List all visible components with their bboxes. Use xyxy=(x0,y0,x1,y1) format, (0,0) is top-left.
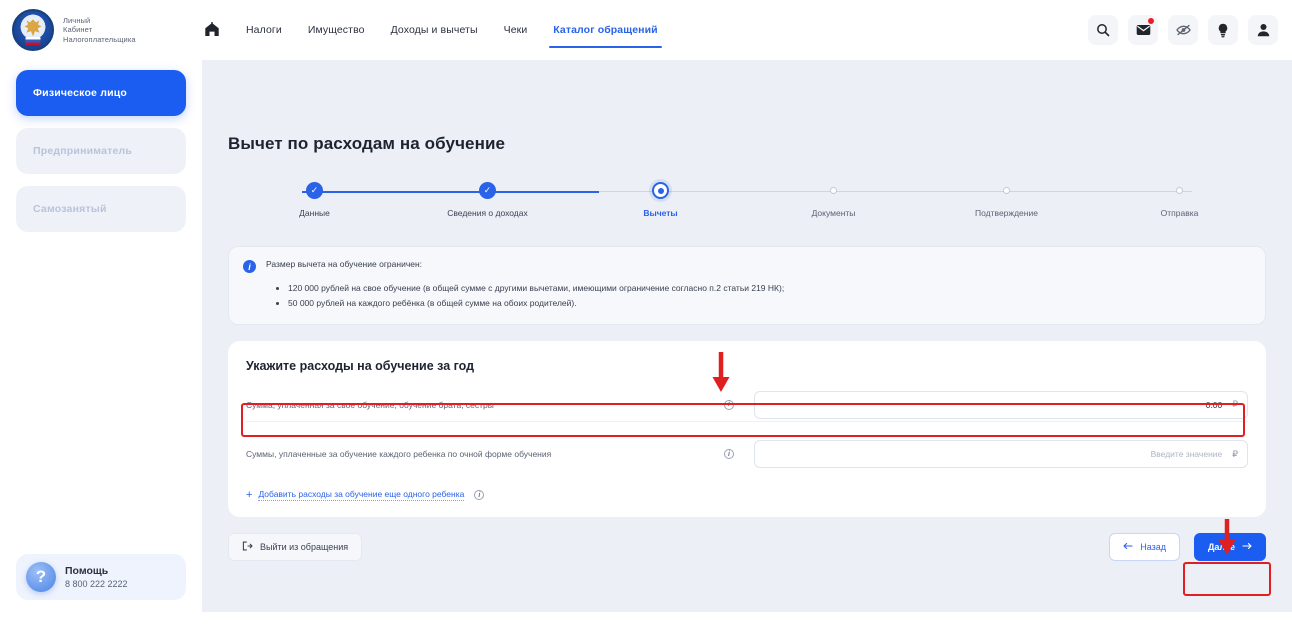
top-bar: Личный Кабинет Налогоплательщика Налоги … xyxy=(0,0,1292,60)
arrow-left-icon xyxy=(1123,542,1133,552)
app-root: Личный Кабинет Налогоплательщика Налоги … xyxy=(0,0,1292,626)
back-label: Назад xyxy=(1140,541,1166,552)
exit-appeal-label: Выйти из обращения xyxy=(260,541,349,552)
arrow-right-icon xyxy=(1242,542,1252,552)
nav-item-income-deductions[interactable]: Доходы и вычеты xyxy=(391,0,478,60)
nav-label: Имущество xyxy=(307,24,365,36)
field-label: Сумма, уплаченная за свое обучение, обуч… xyxy=(246,399,494,410)
pending-step-icon xyxy=(1003,187,1010,194)
notice-list: 120 000 рублей на свое обучение (в общей… xyxy=(288,281,1249,311)
nav-label: Каталог обращений xyxy=(553,24,658,36)
main-navigation: Налоги Имущество Доходы и вычеты Чеки Ка… xyxy=(204,0,663,60)
info-circle-icon[interactable]: i xyxy=(724,449,734,459)
info-circle-icon[interactable]: i xyxy=(474,490,485,500)
step-income-info[interactable]: ✓ Сведения о доходах xyxy=(401,182,574,218)
help-phone: 8 800 222 2222 xyxy=(65,579,128,590)
step-label: Отправка xyxy=(1160,208,1199,218)
info-icon: i xyxy=(243,260,256,273)
nav-label: Налоги xyxy=(246,24,282,36)
sidebar-item-label: Самозанятый xyxy=(33,203,107,215)
child-education-amount-input[interactable]: Введите значение ₽ xyxy=(754,440,1248,468)
sidebar-item-individual[interactable]: Физическое лицо xyxy=(16,70,186,116)
check-icon: ✓ xyxy=(306,182,323,199)
brand-line-2: Кабинет xyxy=(63,25,93,35)
main-content: Вычет по расходам на обучение ✓ Данные ✓… xyxy=(202,60,1292,612)
step-label: Сведения о доходах xyxy=(447,208,528,218)
nav-buttons: Назад Далее xyxy=(1109,532,1266,561)
step-confirmation[interactable]: Подтверждение xyxy=(920,182,1093,218)
brand[interactable]: Личный Кабинет Налогоплательщика xyxy=(12,9,184,51)
nav-item-taxes[interactable]: Налоги xyxy=(246,0,282,60)
sidebar-item-self-employed[interactable]: Самозанятый xyxy=(16,186,186,232)
self-education-amount-input[interactable]: 0.00 ₽ xyxy=(754,390,1248,419)
step-submission[interactable]: Отправка xyxy=(1093,182,1266,218)
currency-symbol: ₽ xyxy=(1232,448,1238,459)
next-label: Далее xyxy=(1207,541,1236,552)
pending-step-icon xyxy=(830,187,837,194)
step-label: Подтверждение xyxy=(975,208,1038,218)
field-row-self-education: Сумма, уплаченная за свое обучение, обуч… xyxy=(246,388,1248,422)
page-title: Вычет по расходам на обучение xyxy=(228,134,506,153)
check-icon: ✓ xyxy=(479,182,496,199)
brand-line-3: Налогоплательщика xyxy=(63,34,136,44)
input-value: 0.00 xyxy=(1205,399,1223,410)
nav-label: Чеки xyxy=(503,24,528,36)
sidebar-item-entrepreneur[interactable]: Предприниматель xyxy=(16,128,186,174)
exit-appeal-button[interactable]: Выйти из обращения xyxy=(228,532,363,561)
back-button[interactable]: Назад xyxy=(1109,532,1180,561)
plus-icon: + xyxy=(246,488,253,501)
input-placeholder: Введите значение xyxy=(1150,449,1223,459)
brand-title: Личный Кабинет Налогоплательщика xyxy=(63,16,136,45)
eye-off-icon[interactable] xyxy=(1168,15,1198,45)
sidebar: Физическое лицо Предприниматель Самозаня… xyxy=(0,60,202,612)
home-icon[interactable] xyxy=(204,21,220,37)
nav-label: Доходы и вычеты xyxy=(390,24,478,36)
brand-line-1: Личный xyxy=(63,15,91,25)
add-child-expense-label: Добавить расходы за обучение еще одного … xyxy=(258,489,465,501)
question-mark-icon: ? xyxy=(26,562,56,592)
nav-item-appeals-catalog[interactable]: Каталог обращений xyxy=(549,0,663,60)
notice-bullet: 120 000 рублей на свое обучение (в общей… xyxy=(288,281,1249,296)
pending-step-icon xyxy=(1176,187,1183,194)
step-deductions[interactable]: Вычеты xyxy=(574,182,747,218)
help-widget[interactable]: ? Помощь 8 800 222 2222 xyxy=(16,554,186,600)
expenses-card: Укажите расходы на обучение за год Сумма… xyxy=(228,341,1266,517)
progress-stepper: ✓ Данные ✓ Сведения о доходах Вычеты Док… xyxy=(228,182,1266,228)
help-text: Помощь 8 800 222 2222 xyxy=(65,564,128,590)
search-icon[interactable] xyxy=(1088,15,1118,45)
field-label: Суммы, уплаченные за обучение каждого ре… xyxy=(246,449,552,459)
current-step-icon xyxy=(652,182,669,199)
form-actions: Выйти из обращения Назад Далее xyxy=(228,532,1266,561)
next-button[interactable]: Далее xyxy=(1194,532,1266,561)
card-title: Укажите расходы на обучение за год xyxy=(246,359,475,373)
nav-item-property[interactable]: Имущество xyxy=(308,0,365,60)
sidebar-item-label: Физическое лицо xyxy=(33,87,128,99)
step-data[interactable]: ✓ Данные xyxy=(228,182,401,218)
russia-coat-of-arms-icon xyxy=(12,9,54,51)
info-circle-icon[interactable]: i xyxy=(724,399,734,410)
add-child-expense-button[interactable]: + Добавить расходы за обучение еще одног… xyxy=(246,488,485,501)
info-notice: i Размер вычета на обучение ограничен: 1… xyxy=(228,246,1266,325)
currency-symbol: ₽ xyxy=(1232,399,1238,409)
nav-item-receipts[interactable]: Чеки xyxy=(504,0,528,60)
exit-icon xyxy=(242,541,253,553)
lightbulb-icon[interactable] xyxy=(1208,15,1238,45)
help-title: Помощь xyxy=(65,564,109,577)
mail-badge xyxy=(1148,18,1154,24)
step-label: Данные xyxy=(299,208,330,218)
mail-icon[interactable] xyxy=(1128,15,1158,45)
step-label: Вычеты xyxy=(643,208,678,218)
step-label: Документы xyxy=(811,208,856,218)
field-row-child-education: Суммы, уплаченные за обучение каждого ре… xyxy=(246,437,1248,471)
step-documents[interactable]: Документы xyxy=(747,182,920,218)
profile-icon[interactable] xyxy=(1248,15,1278,45)
top-bar-actions xyxy=(1088,15,1278,45)
sidebar-item-label: Предприниматель xyxy=(33,145,133,157)
notice-bullet: 50 000 рублей на каждого ребёнка (в обще… xyxy=(288,296,1249,311)
notice-heading: Размер вычета на обучение ограничен: xyxy=(266,259,423,269)
